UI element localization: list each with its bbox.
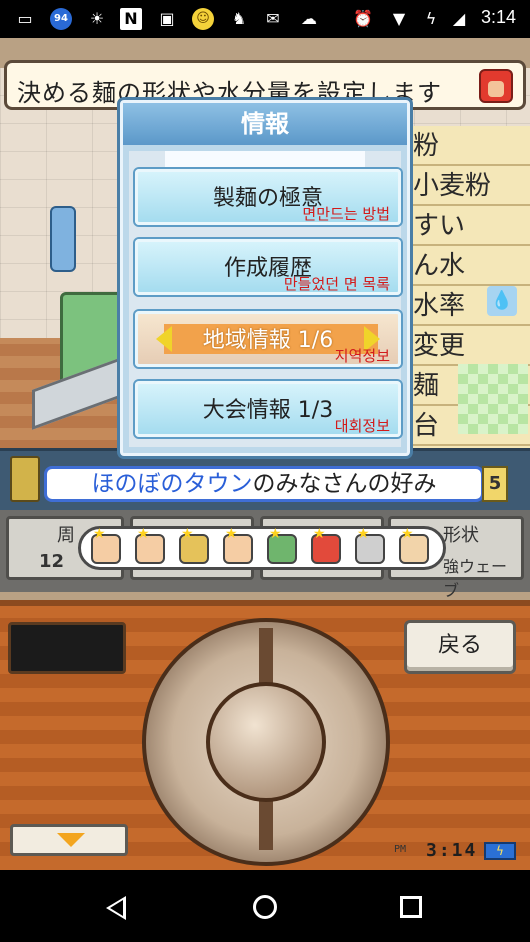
customer-face-icon: ★	[399, 526, 429, 564]
customer-face-icon: ★	[223, 526, 253, 564]
alarm-icon: ⏰	[353, 9, 373, 28]
stat-label: 周	[57, 525, 75, 546]
weather-icon: ☀	[89, 9, 105, 28]
menu-item-sublabel: 면만드는 방법	[302, 205, 390, 223]
customer-face-icon: ★	[135, 526, 165, 564]
stat-label: 形状	[443, 525, 479, 546]
menu-item-sublabel: 지역정보	[334, 347, 390, 365]
status-time: 3:14	[480, 7, 516, 27]
panel-row: すい	[407, 206, 530, 246]
clock-display: 3:14	[426, 840, 478, 861]
down-arrow-icon	[57, 833, 85, 847]
nav-recents-icon[interactable]	[400, 896, 422, 918]
menu-item-noodle-secret[interactable]: 製麺の極意 면만드는 방법	[135, 169, 401, 225]
info-dialog: 情報 製麺の極意 면만드는 방법 作成履歴 만들었던 면 목록 地域情報 1/6…	[120, 100, 410, 456]
checker-swatch	[458, 364, 528, 434]
customer-face-icon: ★	[267, 526, 297, 564]
dialog-body: 製麺の極意 면만드는 방법 作成履歴 만들었던 면 목록 地域情報 1/6 지역…	[129, 151, 401, 447]
menu-item-tournament-info[interactable]: 大会情報 1/3 대회정보	[135, 381, 401, 437]
image-icon: ▣	[159, 9, 175, 28]
signal-icon: ◢	[452, 9, 466, 28]
customer-face-icon: ★	[179, 526, 209, 564]
nav-back-icon-inner	[110, 900, 123, 916]
cloud-icon: ☁	[301, 9, 317, 28]
stat-value: 強ウェーブ	[443, 557, 508, 600]
lcd-screen	[8, 622, 126, 674]
dpad-center-button[interactable]	[206, 682, 326, 802]
customer-face-icon: ★	[355, 526, 385, 564]
water-drop-icon: 💧	[487, 286, 517, 316]
menu-item-sublabel: 대회정보	[334, 417, 390, 435]
town-suffix: のみなさんの好み	[252, 471, 437, 497]
can-icon	[10, 456, 40, 502]
water-bottle-icon	[50, 206, 76, 272]
notification-badge-icon: 94	[50, 8, 72, 30]
town-name: ほのぼのタウン	[91, 471, 253, 497]
back-button[interactable]: 戻る	[404, 620, 516, 674]
status-bar: ▭ 94 ☀ N ▣ ☺ ♞ ✉ ☁ ⏰ ▼ ϟ ◢ 3:14	[0, 0, 530, 38]
town-preference-label: ほのぼのタウンのみなさんの好み	[44, 466, 484, 502]
menu-item-region-info[interactable]: 地域情報 1/6 지역정보	[135, 311, 401, 367]
menu-item-history[interactable]: 作成履歴 만들었던 면 목록	[135, 239, 401, 295]
panel-row: 小麦粉	[407, 166, 530, 206]
panel-row: 粉	[407, 126, 530, 166]
nav-home-icon[interactable]	[253, 895, 277, 919]
town-count-badge: 5	[482, 466, 508, 502]
battery-icon: ϟ	[484, 842, 516, 860]
battery-charging-icon: ϟ	[425, 9, 437, 28]
down-button[interactable]	[10, 824, 128, 856]
stat-value: 12	[39, 551, 65, 572]
panel-row: 変更	[407, 326, 530, 366]
clock-ampm: PM	[394, 844, 407, 855]
wifi-icon: ▼	[392, 9, 406, 28]
smiley-icon: ☺	[192, 8, 214, 30]
panel-row: ん水	[407, 246, 530, 286]
customer-face-icon: ★	[91, 526, 121, 564]
dialog-title: 情報	[123, 103, 407, 145]
messages-icon: ▭	[17, 9, 33, 28]
customer-face-icon: ★	[311, 526, 341, 564]
android-icon: ♞	[231, 9, 247, 28]
n-app-icon: N	[120, 8, 142, 30]
mail-icon: ✉	[266, 9, 280, 28]
dialog-strip	[165, 151, 365, 167]
customer-portraits: ★ ★ ★ ★ ★ ★ ★ ★	[78, 526, 446, 570]
chef-avatar-icon	[479, 69, 513, 103]
menu-item-sublabel: 만들었던 면 목록	[283, 275, 390, 293]
